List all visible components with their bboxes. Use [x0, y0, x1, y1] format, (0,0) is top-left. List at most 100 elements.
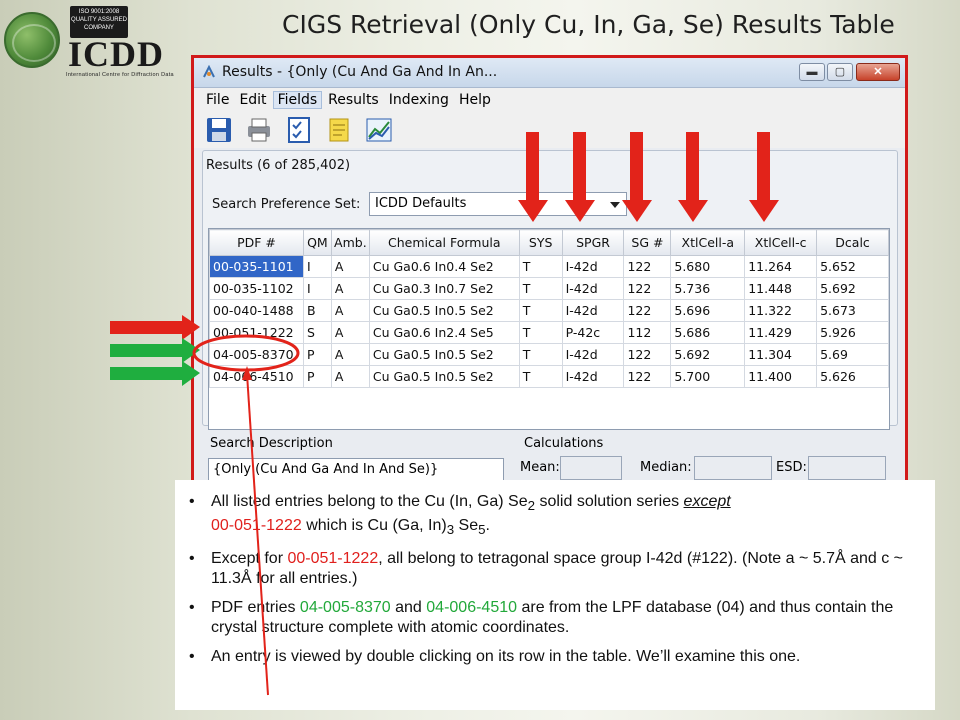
menu-edit[interactable]: Edit [235, 92, 270, 108]
menu-indexing[interactable]: Indexing [385, 92, 453, 108]
cell-sys: T [518, 277, 563, 300]
column-header-xtlcell-c[interactable]: XtlCell-c [744, 229, 818, 256]
search-description-label: Search Description [210, 436, 333, 451]
close-button[interactable]: ✕ [856, 63, 900, 81]
note-item-1: All listed entries belong to the Cu (In,… [187, 492, 917, 540]
note-text: An entry is viewed by double clicking on… [211, 648, 801, 666]
cell-qm: P [302, 365, 332, 388]
cell-xtlcell-a: 5.736 [670, 277, 746, 300]
cell-sys: T [518, 343, 563, 366]
cell-amb: A [330, 255, 370, 278]
graph-icon[interactable] [364, 115, 394, 145]
table-row[interactable]: 00-040-1488 B A Cu Ga0.5 In0.5 Se2 T I-4… [209, 299, 889, 322]
table-row[interactable]: 04-006-4510 P A Cu Ga0.5 In0.5 Se2 T I-4… [209, 365, 889, 388]
checklist-icon[interactable] [284, 115, 314, 145]
cell-qm: B [302, 299, 332, 322]
median-field[interactable] [694, 456, 772, 480]
cell-qm: I [302, 277, 332, 300]
logo-subtitle: International Centre for Diffraction Dat… [66, 72, 174, 78]
mean-field[interactable] [560, 456, 622, 480]
note-text: Se [454, 517, 479, 535]
cell-formula: Cu Ga0.5 In0.5 Se2 [368, 299, 520, 322]
column-header-xtlcell-a[interactable]: XtlCell-a [670, 229, 746, 256]
column-header-qm[interactable]: QM [302, 229, 332, 256]
notes-list: All listed entries belong to the Cu (In,… [187, 492, 917, 667]
cell-sys: T [518, 321, 563, 344]
menu-fields[interactable]: Fields [272, 91, 323, 109]
window-titlebar[interactable]: Results - {Only (Cu And Ga And In An... … [194, 58, 905, 88]
cell-spgr: I-42d [561, 365, 625, 388]
menu-bar: File Edit Fields Results Indexing Help [194, 88, 905, 112]
mean-label: Mean: [520, 460, 560, 475]
cell-pdf: 00-035-1101 [209, 255, 304, 278]
cell-pdf: 00-035-1102 [209, 277, 304, 300]
cell-pdf: 00-040-1488 [209, 299, 304, 322]
globe-icon [4, 12, 60, 68]
results-table-container[interactable]: PDF # QM Amb. Chemical Formula SYS SPGR … [208, 228, 890, 430]
table-row[interactable]: 00-035-1102 I A Cu Ga0.3 In0.7 Se2 T I-4… [209, 277, 889, 300]
cell-formula: Cu Ga0.6 In0.4 Se2 [368, 255, 520, 278]
table-row[interactable]: 04-005-8370 P A Cu Ga0.5 In0.5 Se2 T I-4… [209, 343, 889, 366]
note-text: Except for [211, 550, 288, 568]
cell-xtlcell-a: 5.686 [670, 321, 746, 344]
column-header-spgr[interactable]: SPGR [561, 229, 625, 256]
menu-help[interactable]: Help [455, 92, 495, 108]
column-header-formula[interactable]: Chemical Formula [368, 229, 520, 256]
cell-spgr: I-42d [561, 277, 625, 300]
chevron-down-icon [610, 202, 620, 208]
cell-xtlcell-c: 11.400 [744, 365, 818, 388]
cell-formula: Cu Ga0.6 In2.4 Se5 [368, 321, 520, 344]
cell-dcalc: 5.69 [816, 343, 889, 366]
cell-dcalc: 5.652 [816, 255, 889, 278]
cell-xtlcell-c: 11.322 [744, 299, 818, 322]
minimize-button[interactable]: ▬ [799, 63, 825, 81]
search-preference-select[interactable]: ICDD Defaults [369, 192, 627, 216]
window-title: Results - {Only (Cu And Ga And In An... [222, 64, 498, 80]
column-header-dcalc[interactable]: Dcalc [816, 229, 889, 256]
column-header-pdf[interactable]: PDF # [209, 229, 304, 256]
cell-pdf: 00-051-1222 [209, 321, 304, 344]
column-header-sys[interactable]: SYS [518, 229, 563, 256]
table-row[interactable]: 00-051-1222 S A Cu Ga0.6 In2.4 Se5 T P-4… [209, 321, 889, 344]
search-preference-value: ICDD Defaults [375, 196, 467, 211]
column-header-sg[interactable]: SG # [623, 229, 672, 256]
cell-amb: A [330, 277, 370, 300]
cell-xtlcell-a: 5.692 [670, 343, 746, 366]
print-icon[interactable] [244, 115, 274, 145]
note-text: which is Cu (Ga, In) [301, 517, 447, 535]
cell-xtlcell-a: 5.696 [670, 299, 746, 322]
cell-formula: Cu Ga0.5 In0.5 Se2 [368, 365, 520, 388]
note-item-4: An entry is viewed by double clicking on… [187, 647, 917, 667]
cell-qm: I [302, 255, 332, 278]
note-text: PDF entries [211, 599, 300, 617]
cell-xtlcell-c: 11.264 [744, 255, 818, 278]
cell-pdf: 04-006-4510 [209, 365, 304, 388]
notes-icon[interactable] [324, 115, 354, 145]
search-description-field[interactable]: {Only (Cu And Ga And In And Se)} [208, 458, 504, 482]
logo-text: ICDD [68, 34, 165, 74]
cell-xtlcell-a: 5.700 [670, 365, 746, 388]
cell-spgr: I-42d [561, 255, 625, 278]
cell-dcalc: 5.692 [816, 277, 889, 300]
table-row[interactable]: 00-035-1101 I A Cu Ga0.6 In0.4 Se2 T I-4… [209, 255, 889, 278]
menu-results[interactable]: Results [324, 92, 383, 108]
cell-formula: Cu Ga0.5 In0.5 Se2 [368, 343, 520, 366]
note-item-2: Except for 00-051-1222, all belong to te… [187, 549, 917, 589]
cell-sg: 122 [623, 365, 672, 388]
cell-xtlcell-c: 11.448 [744, 277, 818, 300]
right-arrow-red [110, 315, 200, 340]
maximize-button[interactable]: ▢ [827, 63, 853, 81]
cell-xtlcell-c: 11.304 [744, 343, 818, 366]
cell-dcalc: 5.626 [816, 365, 889, 388]
esd-field[interactable] [808, 456, 886, 480]
menu-file[interactable]: File [202, 92, 233, 108]
right-arrow-green-1 [110, 338, 200, 363]
note-text: . [485, 517, 490, 535]
column-header-amb[interactable]: Amb. [330, 229, 370, 256]
calculations-label: Calculations [524, 436, 604, 451]
save-icon[interactable] [204, 115, 234, 145]
cell-sg: 122 [623, 299, 672, 322]
app-icon [203, 65, 215, 78]
table-header-row: PDF # QM Amb. Chemical Formula SYS SPGR … [209, 229, 889, 256]
search-preference-label: Search Preference Set: [212, 197, 361, 212]
